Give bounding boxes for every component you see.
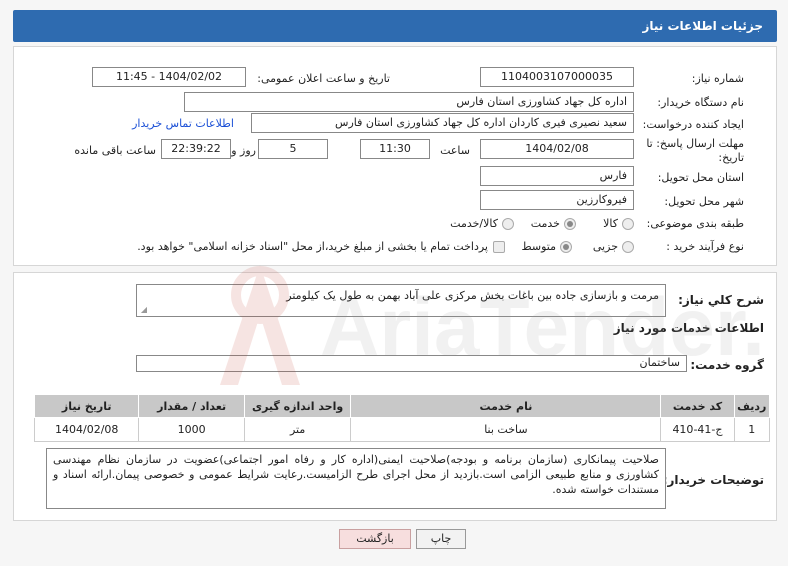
services-table: ردیف کد خدمت نام خدمت واحد اندازه گیری ت… <box>33 394 771 442</box>
category-radio-goods-service[interactable] <box>502 218 514 230</box>
province-field: فارس <box>480 166 634 186</box>
remaining-time-field: 22:39:22 <box>161 139 231 159</box>
buyer-contact-link[interactable]: اطلاعات تماس خریدار <box>132 117 234 130</box>
category-radio-service[interactable] <box>564 218 576 230</box>
resize-grip-icon[interactable]: ◢ <box>139 306 147 314</box>
buyer-notes-field: صلاحیت پیمانکاری (سازمان برنامه و بودجه)… <box>46 448 666 509</box>
services-panel: شرح کلي نياز: مرمت و بازسازی جاده بین با… <box>13 272 777 521</box>
service-group-field: ساختمان <box>136 355 687 372</box>
buyer-notes-text: صلاحیت پیمانکاری (سازمان برنامه و بودجه)… <box>53 453 659 496</box>
description-text: مرمت و بازسازی جاده بین باغات بخش مرکزی … <box>286 289 659 302</box>
need-number-field: 1104003107000035 <box>480 67 634 87</box>
service-group-label: گروه خدمت: <box>690 358 764 372</box>
description-field: مرمت و بازسازی جاده بین باغات بخش مرکزی … <box>136 284 666 317</box>
process-radio-partial[interactable] <box>622 241 634 253</box>
process-option-medium: متوسط <box>521 240 556 253</box>
deadline-label-line2: تاریخ: <box>718 151 744 164</box>
city-label: شهر محل تحویل: <box>664 195 744 208</box>
deadline-days-field: 5 <box>258 139 328 159</box>
announce-datetime-field: 1404/02/02 - 11:45 <box>92 67 246 87</box>
buyer-notes-label: توضیحات خریدار: <box>662 473 764 487</box>
deadline-days-label: روز و <box>231 144 256 157</box>
treasury-payment-checkbox[interactable] <box>493 241 505 253</box>
requester-label: ایجاد کننده درخواست: <box>642 118 744 131</box>
announce-datetime-label: تاریخ و ساعت اعلان عمومی: <box>257 72 390 85</box>
category-radio-goods[interactable] <box>622 218 634 230</box>
cell-service-code: ج-41-410 <box>660 417 735 442</box>
column-header-service-name: نام خدمت <box>350 394 662 418</box>
cell-quantity: 1000 <box>138 417 245 442</box>
need-number-label: شماره نیاز: <box>691 72 744 85</box>
category-option-service: خدمت <box>530 217 560 230</box>
description-label: شرح کلي نياز: <box>678 293 764 307</box>
cell-row-number: 1 <box>733 417 771 442</box>
treasury-payment-note: پرداخت تمام یا بخشی از مبلغ خرید،از محل … <box>137 240 488 253</box>
column-header-quantity: تعداد / مقدار <box>138 394 245 418</box>
deadline-date-field: 1404/02/08 <box>480 139 634 159</box>
city-field: فیروکارزین <box>480 190 634 210</box>
process-option-partial: جزیی <box>592 240 618 253</box>
category-option-goods: کالا <box>603 217 618 230</box>
back-button[interactable]: بازگشت <box>339 529 411 549</box>
column-header-row-number: ردیف <box>733 394 771 418</box>
table-header-row: ردیف کد خدمت نام خدمت واحد اندازه گیری ت… <box>33 394 771 418</box>
panel-header: جزئیات اطلاعات نیاز <box>13 10 777 42</box>
deadline-label-line1: مهلت ارسال پاسخ: تا <box>646 137 744 150</box>
need-info-panel: شماره نیاز: 1104003107000035 تاریخ و ساع… <box>13 46 777 266</box>
cell-need-date: 1404/02/08 <box>33 417 140 442</box>
services-section-title: اطلاعات خدمات مورد نیاز <box>613 321 764 335</box>
page-title: جزئیات اطلاعات نیاز <box>642 19 763 33</box>
cell-service-name: ساخت بنا <box>350 417 662 442</box>
category-label: طبقه بندی موضوعی: <box>646 217 744 230</box>
deadline-time-label: ساعت <box>440 144 470 157</box>
deadline-time-field: 11:30 <box>360 139 430 159</box>
category-option-goods-service: کالا/خدمت <box>450 217 498 230</box>
column-header-need-date: تاریخ نیاز <box>33 394 140 418</box>
table-row: 1 ج-41-410 ساخت بنا متر 1000 1404/02/08 <box>33 417 771 442</box>
buyer-org-label: نام دستگاه خریدار: <box>657 96 744 109</box>
print-button[interactable]: چاپ <box>416 529 466 549</box>
process-label: نوع فرآیند خرید : <box>666 240 744 253</box>
province-label: استان محل تحویل: <box>657 171 744 184</box>
buyer-org-field: اداره کل جهاد کشاورزی استان فارس <box>184 92 634 112</box>
process-radio-medium[interactable] <box>560 241 572 253</box>
column-header-unit: واحد اندازه گیری <box>243 394 352 418</box>
column-header-service-code: کد خدمت <box>660 394 735 418</box>
remaining-time-label: ساعت باقی مانده <box>74 144 156 157</box>
requester-field: سعید نصیری فیری کاردان اداره کل جهاد کشا… <box>251 113 634 133</box>
cell-unit: متر <box>243 417 352 442</box>
